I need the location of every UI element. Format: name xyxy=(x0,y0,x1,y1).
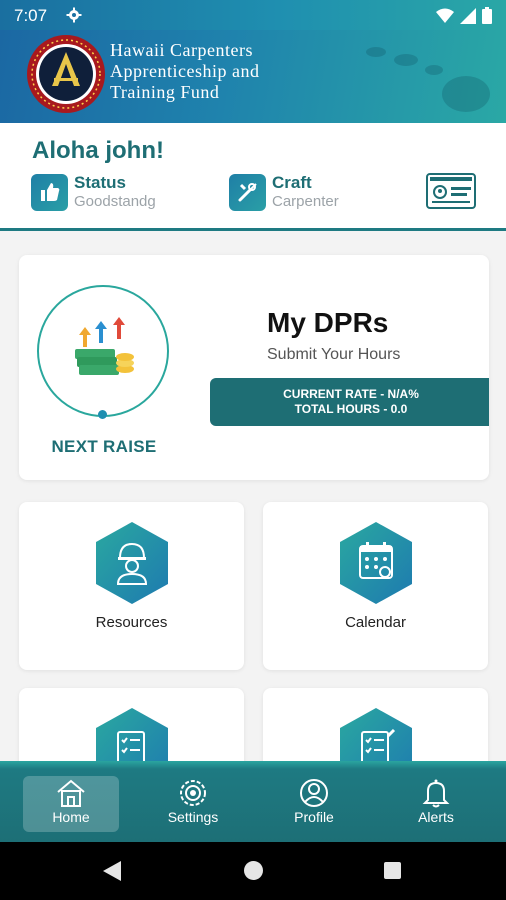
status-label: Status xyxy=(74,173,126,192)
dpr-subtitle: Submit Your Hours xyxy=(267,346,401,363)
status-info: Status Goodstandg xyxy=(31,173,156,211)
ring-indicator xyxy=(98,410,107,419)
tile-resources[interactable]: Resources xyxy=(19,502,244,670)
calendar-icon xyxy=(340,522,412,604)
bell-icon xyxy=(422,779,450,808)
profile-icon xyxy=(300,779,328,807)
header-banner: Hawaii Carpenters Apprenticeship and Tra… xyxy=(0,30,506,123)
current-rate: CURRENT RATE - N/A% xyxy=(283,387,419,401)
system-nav-bar xyxy=(0,842,506,900)
worker-icon xyxy=(96,522,168,604)
money-growth-icon xyxy=(75,317,134,375)
rate-summary: CURRENT RATE - N/A% TOTAL HOURS - 0.0 xyxy=(210,378,489,426)
greeting-panel: Aloha john! Status Goodstandg Craft Carp… xyxy=(0,123,506,231)
back-icon[interactable] xyxy=(103,861,121,881)
org-line-3: Training Fund xyxy=(110,82,220,102)
craft-label: Craft xyxy=(272,173,312,192)
tile-label: Resources xyxy=(95,614,168,631)
wifi-icon xyxy=(436,8,454,23)
nav-label: Home xyxy=(52,809,90,825)
nav-label: Alerts xyxy=(418,809,454,825)
org-line-2: Apprenticeship and xyxy=(110,61,260,81)
bottom-nav: Home Settings Profile Alerts xyxy=(0,761,506,842)
id-card-icon[interactable] xyxy=(426,173,476,209)
settings-icon xyxy=(180,780,206,806)
signal-icon xyxy=(460,7,476,24)
craft-info: Craft Carpenter xyxy=(229,173,339,211)
dpr-card[interactable]: NEXT RAISE My DPRs Submit Your Hours CUR… xyxy=(19,255,489,480)
tile-calendar[interactable]: Calendar xyxy=(263,502,488,670)
islands-graphic xyxy=(366,47,490,112)
nav-settings[interactable]: Settings xyxy=(145,776,241,832)
status-value: Goodstandg xyxy=(74,193,156,210)
nav-alerts[interactable]: Alerts xyxy=(388,776,484,832)
battery-icon xyxy=(482,7,492,24)
status-bar: 7:07 xyxy=(0,0,506,30)
nav-label: Settings xyxy=(167,809,219,825)
nav-label: Profile xyxy=(294,809,334,825)
dpr-title: My DPRs xyxy=(267,307,389,338)
logo-seal xyxy=(27,35,105,113)
nav-profile[interactable]: Profile xyxy=(266,776,362,832)
total-hours: TOTAL HOURS - 0.0 xyxy=(294,402,408,416)
status-time: 7:07 xyxy=(14,6,48,25)
thumbs-up-icon xyxy=(31,173,68,211)
home-circle-icon[interactable] xyxy=(244,861,263,880)
org-line-1: Hawaii Carpenters xyxy=(110,40,253,60)
next-raise-label: NEXT RAISE xyxy=(51,437,157,456)
gear-icon xyxy=(66,7,82,23)
nav-home[interactable]: Home xyxy=(23,776,119,832)
organization-name: Hawaii Carpenters Apprenticeship and Tra… xyxy=(110,40,259,103)
tools-icon xyxy=(229,173,266,211)
craft-value: Carpenter xyxy=(272,193,339,210)
tile-label: Calendar xyxy=(345,614,406,631)
house-icon xyxy=(57,779,85,807)
recents-square-icon[interactable] xyxy=(384,862,401,879)
greeting-text: Aloha john! xyxy=(32,137,164,164)
